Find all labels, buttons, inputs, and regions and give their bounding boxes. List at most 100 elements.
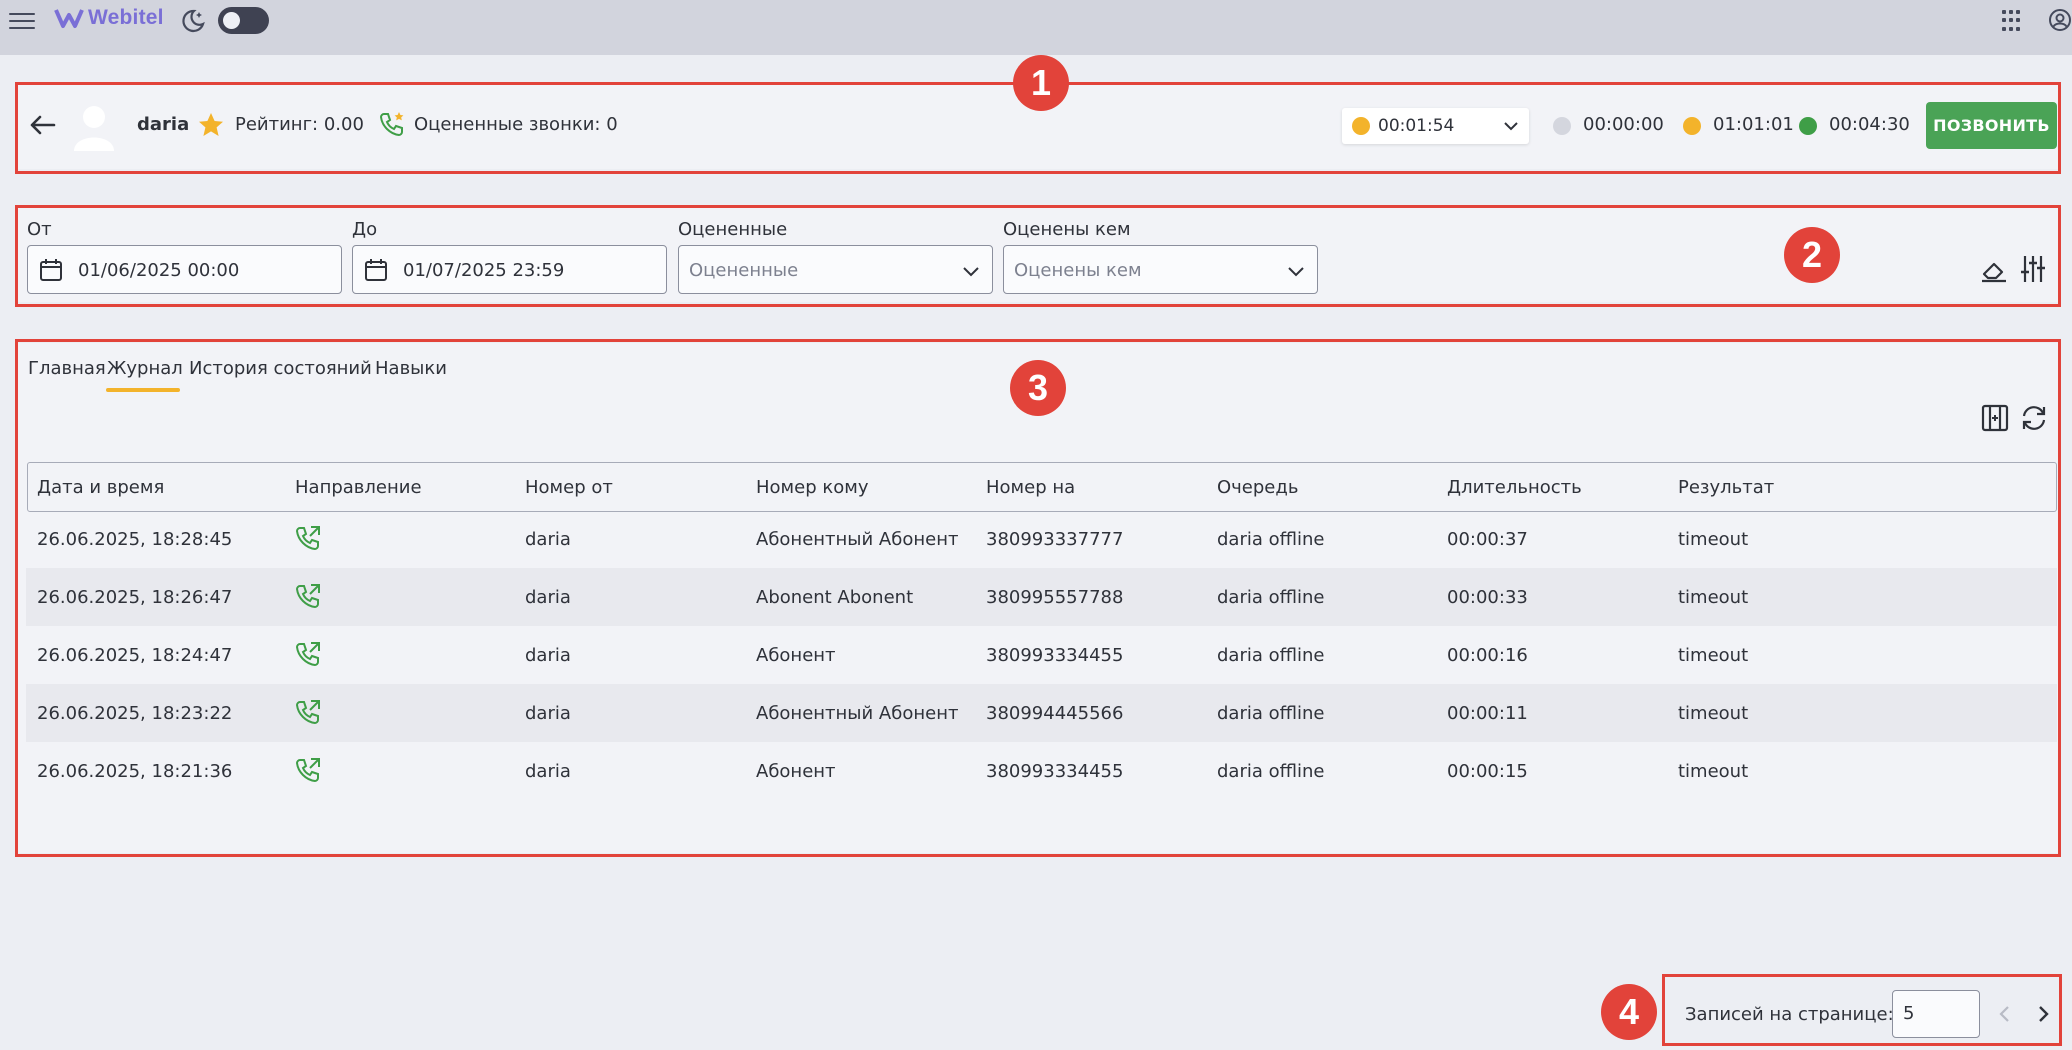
to-date-input[interactable]: 01/07/2025 23:59: [352, 245, 667, 294]
menu-icon[interactable]: [9, 8, 35, 34]
cell-from: daria: [525, 529, 571, 550]
apps-grid-icon[interactable]: [2002, 10, 2024, 32]
chevron-right-icon[interactable]: [2033, 1002, 2053, 1026]
logo-icon: [54, 9, 84, 28]
annotation-badge-2: 2: [1784, 227, 1840, 283]
rated-calls-icon: [379, 112, 404, 137]
col-result[interactable]: Результат: [1678, 477, 1774, 498]
cell-datetime: 26.06.2025, 18:23:22: [37, 703, 233, 724]
eraser-icon[interactable]: [1980, 257, 2008, 283]
outbound-call-icon[interactable]: [294, 640, 322, 668]
annotation-badge-4: 4: [1601, 984, 1657, 1040]
cell-duration: 00:00:11: [1447, 703, 1528, 724]
refresh-icon[interactable]: [2020, 404, 2048, 432]
agent-name: daria: [137, 114, 190, 135]
col-from[interactable]: Номер от: [525, 477, 613, 498]
outbound-call-icon[interactable]: [294, 698, 322, 726]
logo[interactable]: Webitel: [54, 6, 164, 30]
cell-result: timeout: [1678, 645, 1749, 666]
per-page-input[interactable]: 5: [1892, 990, 1980, 1038]
timer-pause: 01:01:01: [1713, 114, 1794, 135]
cell-to: Абонент: [756, 761, 836, 782]
cell-duration: 00:00:33: [1447, 587, 1528, 608]
timer-dot-online: [1799, 117, 1817, 135]
outbound-call-icon[interactable]: [294, 756, 322, 784]
cell-queue: daria offline: [1217, 703, 1325, 724]
rated-select[interactable]: Оцененные: [678, 245, 993, 294]
cell-from: daria: [525, 587, 571, 608]
cell-from: daria: [525, 761, 571, 782]
avatar: [74, 106, 114, 151]
cell-duration: 00:00:16: [1447, 645, 1528, 666]
cell-result: timeout: [1678, 587, 1749, 608]
rated-by-placeholder: Оценены кем: [1014, 260, 1142, 281]
per-page-label: Записей на странице:: [1685, 1004, 1894, 1025]
to-date-value: 01/07/2025 23:59: [403, 260, 565, 281]
rating-text: Рейтинг: 0.00: [235, 114, 364, 135]
top-bar: Webitel: [0, 0, 2072, 55]
cell-number: 380993334455: [986, 761, 1124, 782]
timer-offline: 00:00:00: [1583, 114, 1664, 135]
cell-duration: 00:00:37: [1447, 529, 1528, 550]
cell-queue: daria offline: [1217, 645, 1325, 666]
rated-calls-text: Оцененные звонки: 0: [414, 114, 618, 135]
col-direction[interactable]: Направление: [295, 477, 422, 498]
tab-main[interactable]: Главная: [28, 358, 106, 379]
cell-result: timeout: [1678, 761, 1749, 782]
chevron-down-icon: [963, 267, 979, 277]
col-duration[interactable]: Длительность: [1447, 477, 1582, 498]
tab-state-history[interactable]: История состояний: [189, 358, 372, 379]
cell-queue: daria offline: [1217, 761, 1325, 782]
cell-datetime: 26.06.2025, 18:24:47: [37, 645, 233, 666]
status-dot: [1352, 117, 1370, 135]
rated-placeholder: Оцененные: [689, 260, 799, 281]
cell-from: daria: [525, 645, 571, 666]
cell-duration: 00:00:15: [1447, 761, 1528, 782]
cell-from: daria: [525, 703, 571, 724]
star-icon: [199, 113, 223, 136]
col-to[interactable]: Номер кому: [756, 477, 868, 498]
cell-number: 380995557788: [986, 587, 1124, 608]
cell-datetime: 26.06.2025, 18:21:36: [37, 761, 233, 782]
cell-result: timeout: [1678, 529, 1749, 550]
col-queue[interactable]: Очередь: [1217, 477, 1298, 498]
calendar-icon: [40, 259, 62, 281]
columns-settings-icon[interactable]: [1981, 404, 2009, 432]
moon-icon: [182, 9, 205, 33]
cell-to: Абонентный Абонент: [756, 703, 959, 724]
timer-dot-pause: [1683, 117, 1701, 135]
chevron-left-icon: [1999, 1006, 2009, 1022]
timer-online: 00:04:30: [1829, 114, 1910, 135]
logo-text: Webitel: [88, 6, 164, 29]
cell-queue: daria offline: [1217, 529, 1325, 550]
calendar-icon: [365, 259, 387, 281]
cell-result: timeout: [1678, 703, 1749, 724]
cell-to: Abonent Abonent: [756, 587, 914, 608]
call-button[interactable]: ПОЗВОНИТЬ: [1926, 102, 2057, 149]
tab-skills[interactable]: Навыки: [375, 358, 447, 379]
active-tab-indicator: [106, 388, 180, 392]
back-arrow-icon[interactable]: [28, 112, 56, 138]
rated-by-select[interactable]: Оценены кем: [1003, 245, 1318, 294]
cell-to: Абонент: [756, 645, 836, 666]
outbound-call-icon[interactable]: [294, 524, 322, 552]
rated-label: Оцененные: [678, 219, 788, 240]
cell-datetime: 26.06.2025, 18:26:47: [37, 587, 233, 608]
rated-by-label: Оценены кем: [1003, 219, 1131, 240]
sliders-icon[interactable]: [2020, 254, 2046, 284]
from-label: От: [27, 219, 52, 240]
cell-number: 380993334455: [986, 645, 1124, 666]
col-number[interactable]: Номер на: [986, 477, 1075, 498]
status-timer: 00:01:54: [1378, 116, 1455, 136]
status-select[interactable]: 00:01:54: [1342, 108, 1529, 144]
from-date-input[interactable]: 01/06/2025 00:00: [27, 245, 342, 294]
tab-journal[interactable]: Журнал: [107, 358, 183, 379]
to-label: До: [352, 219, 378, 240]
col-datetime[interactable]: Дата и время: [37, 477, 164, 498]
outbound-call-icon[interactable]: [294, 582, 322, 610]
annotation-badge-1: 1: [1013, 55, 1069, 111]
user-icon[interactable]: [2048, 8, 2072, 32]
cell-queue: daria offline: [1217, 587, 1325, 608]
theme-toggle[interactable]: [218, 7, 269, 34]
cell-number: 380994445566: [986, 703, 1124, 724]
